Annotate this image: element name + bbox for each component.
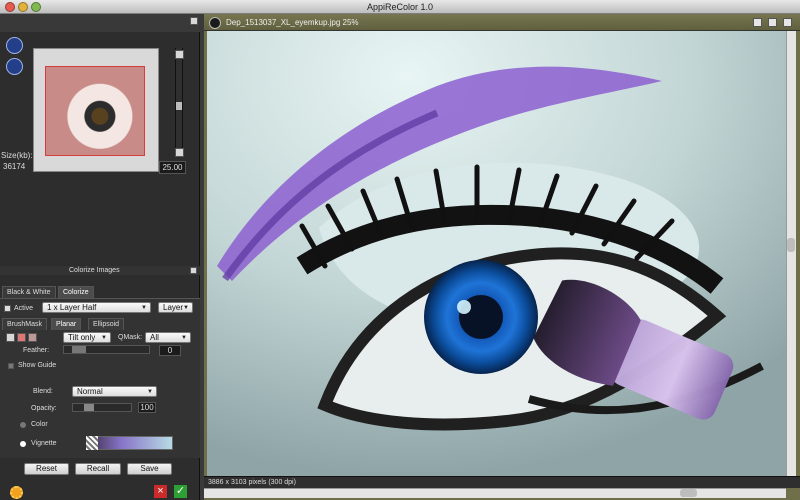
colorize-header: Colorize Images: [0, 266, 200, 275]
zoom-out-icon[interactable]: [6, 58, 23, 75]
feather-slider-thumb[interactable]: [72, 346, 86, 353]
qmask-select[interactable]: All: [145, 332, 191, 343]
vignette-radio[interactable]: [20, 441, 26, 447]
zoom-value-field[interactable]: 25.00: [159, 161, 186, 174]
size-value: 36174: [3, 162, 26, 171]
size-label: Size(kb):: [1, 151, 33, 160]
active-label: Active: [14, 305, 34, 312]
horizontal-scroll-thumb[interactable]: [680, 489, 697, 497]
qmask-label: QMask:: [118, 334, 143, 341]
reset-button[interactable]: Reset: [24, 463, 69, 475]
document-tab-title: Dep_1513037_XL_eyemkup.jpg 25%: [226, 18, 359, 27]
tilt-select[interactable]: Tilt only: [63, 332, 111, 343]
vertical-scroll-thumb[interactable]: [787, 238, 795, 252]
layer-button[interactable]: Layer: [158, 302, 193, 313]
document-maximize-icon[interactable]: [768, 18, 777, 27]
tab-ellipsoid[interactable]: Ellipsoid: [88, 318, 125, 330]
panel-menu-icon[interactable]: [190, 17, 198, 25]
document-close-icon[interactable]: [783, 18, 792, 27]
image-status-bar: 3886 x 3103 pixels (300 dpi): [204, 476, 800, 488]
window-title: AppiReColor 1.0: [366, 2, 434, 12]
window-titlebar: AppiReColor 1.0: [0, 0, 800, 14]
mask-tool-icon-1[interactable]: [6, 333, 15, 342]
slider-plus-icon[interactable]: [175, 148, 184, 157]
opacity-slider-thumb[interactable]: [84, 404, 94, 411]
cancel-icon[interactable]: ×: [154, 485, 167, 498]
left-panel-header: [0, 14, 200, 32]
thumbnail-preview: [33, 48, 159, 172]
document-minimize-icon[interactable]: [753, 18, 762, 27]
vertical-scrollbar[interactable]: [786, 31, 796, 477]
tab-planar[interactable]: Planar: [51, 318, 82, 330]
vignette-label: Vignette: [31, 440, 57, 447]
color-label: Color: [31, 421, 48, 428]
check-icon[interactable]: ✓: [174, 485, 187, 498]
active-checkbox[interactable]: [4, 305, 11, 312]
minimize-window-button[interactable]: [18, 2, 28, 12]
zoom-in-icon[interactable]: [6, 37, 23, 54]
feather-value[interactable]: 0: [159, 345, 181, 356]
save-button[interactable]: Save: [127, 463, 172, 475]
opacity-label: Opacity:: [31, 405, 57, 412]
mask-tool-icon-2[interactable]: [17, 333, 26, 342]
show-guide-checkbox[interactable]: [8, 363, 14, 369]
recall-button[interactable]: Recall: [75, 463, 121, 475]
gear-icon[interactable]: [10, 486, 23, 499]
opacity-slider[interactable]: [72, 403, 132, 412]
feather-label: Feather:: [23, 347, 50, 354]
vignette-gradient[interactable]: [86, 436, 173, 450]
tab-colorize[interactable]: Colorize: [58, 286, 94, 298]
tab-black-white[interactable]: Black & White: [2, 286, 56, 298]
slider-minus-icon[interactable]: [175, 50, 184, 59]
checkerboard-icon: [86, 436, 98, 450]
color-radio[interactable]: [20, 422, 26, 428]
close-window-button[interactable]: [5, 2, 15, 12]
recolored-eye-image: [207, 31, 786, 477]
mask-tool-icon-3[interactable]: [28, 333, 37, 342]
preview-eye: [45, 66, 145, 156]
blend-label: Blend:: [33, 388, 53, 395]
left-panel: Size(kb): 36174 25.00 Colorize Images Bl…: [0, 14, 200, 500]
horizontal-scrollbar[interactable]: [204, 488, 786, 498]
zoom-window-button[interactable]: [31, 2, 41, 12]
document-icon: [209, 17, 221, 29]
colorize-menu-icon[interactable]: [190, 267, 197, 274]
tab-brushmask[interactable]: BrushMask: [2, 318, 48, 330]
layer-select[interactable]: 1 x Layer Half: [42, 302, 151, 313]
opacity-value[interactable]: 100: [138, 402, 156, 413]
colorize-title: Colorize Images: [69, 267, 120, 274]
slider-handle[interactable]: [176, 102, 182, 110]
show-guide-label: Show Guide: [18, 362, 57, 369]
blend-select[interactable]: Normal: [72, 386, 157, 397]
eye-artwork: [207, 31, 786, 477]
